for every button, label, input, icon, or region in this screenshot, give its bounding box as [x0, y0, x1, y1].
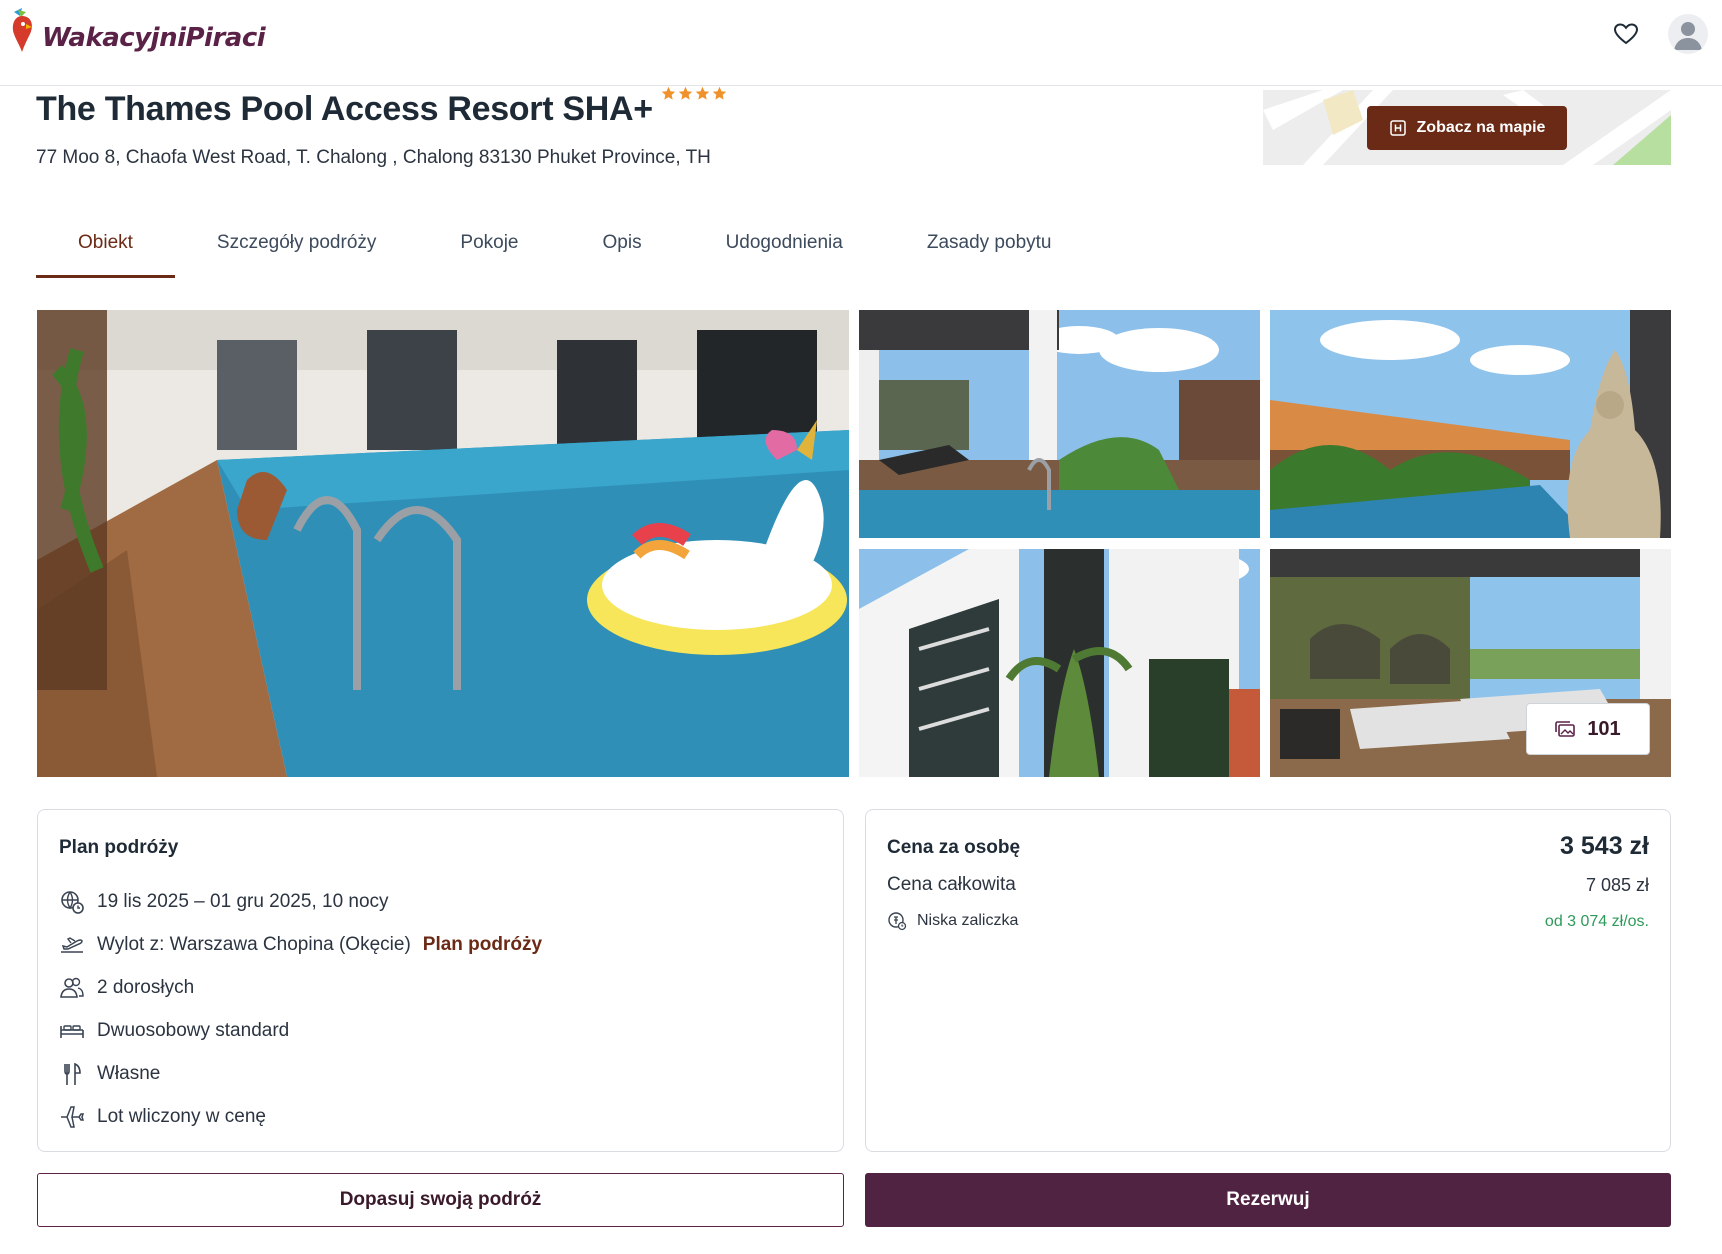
gallery-photo-statue-pool[interactable]: [1270, 310, 1671, 538]
trip-plan-title: Plan podróży: [59, 837, 179, 858]
star-icon: [661, 86, 676, 100]
hotel-pin-icon: [1389, 120, 1406, 136]
hotel-stars: [661, 86, 727, 101]
all-photos-button[interactable]: 101: [1526, 703, 1650, 755]
tab-amenities[interactable]: Udogodnienia: [684, 220, 885, 278]
trip-dates-text: 19 lis 2025 – 01 gru 2025, 10 nocy: [97, 891, 389, 912]
plane-takeoff-icon: [59, 932, 85, 958]
book-button[interactable]: Rezerwuj: [865, 1173, 1671, 1227]
price-per-person-value: 3 543 zł: [1560, 832, 1649, 860]
price-total-label: Cena całkowita: [887, 874, 1016, 895]
hotel-address: 77 Moo 8, Chaofa West Road, T. Chalong ,…: [36, 147, 711, 168]
tab-trip-details[interactable]: Szczegóły podróży: [175, 220, 418, 278]
tab-rooms[interactable]: Pokoje: [418, 220, 560, 278]
trip-room-text: Dwuosobowy standard: [97, 1020, 290, 1041]
low-deposit-label: Niska zaliczka: [917, 912, 1019, 929]
brand-name: WakacyjniPiraci: [42, 23, 266, 53]
plane-icon: [59, 1104, 85, 1130]
photo-count: 101: [1587, 717, 1621, 740]
images-icon: [1555, 721, 1576, 737]
customize-trip-button[interactable]: Dopasuj swoją podróż: [37, 1173, 844, 1227]
show-on-map-label: Zobacz na mapie: [1416, 119, 1546, 136]
parrot-logo-icon: [8, 6, 38, 54]
trip-board: Własne: [59, 1061, 160, 1087]
price-per-person-label: Cena za osobę: [887, 837, 1021, 858]
tab-house-rules[interactable]: Zasady pobytu: [885, 220, 1094, 278]
gallery-photo-terrace-pool[interactable]: [859, 310, 1260, 538]
favorites-button[interactable]: [1610, 18, 1642, 50]
trip-travelers: 2 dorosłych: [59, 975, 194, 1001]
gallery-photo-building[interactable]: [859, 549, 1260, 777]
trip-flight: Lot wliczony w cenę: [59, 1104, 266, 1130]
user-avatar-icon: [1674, 22, 1702, 50]
trip-departure: Wylot z: Warszawa Chopina (Okęcie) Plan …: [59, 932, 542, 958]
trip-room: Dwuosobowy standard: [59, 1018, 289, 1044]
photo-gallery: [37, 310, 1671, 777]
show-on-map-button[interactable]: Zobacz na mapie: [1367, 106, 1567, 150]
tab-description[interactable]: Opis: [561, 220, 684, 278]
heart-icon: [1614, 23, 1638, 45]
hotel-name: The Thames Pool Access Resort SHA+: [36, 90, 653, 128]
star-icon: [695, 86, 710, 100]
users-icon: [59, 975, 85, 1001]
price-card: Cena za osobę 3 543 zł Cena całkowita 7 …: [865, 809, 1671, 1152]
low-deposit-value: od 3 074 zł/os.: [1544, 913, 1649, 930]
price-total-value: 7 085 zł: [1585, 875, 1649, 895]
user-avatar[interactable]: [1668, 14, 1708, 54]
trip-travelers-text: 2 dorosłych: [97, 977, 195, 998]
trip-departure-text: Wylot z: Warszawa Chopina (Okęcie): [97, 934, 411, 955]
trip-plan-link[interactable]: Plan podróży: [423, 934, 542, 956]
brand-logo[interactable]: WakacyjniPiraci: [8, 6, 266, 54]
low-deposit-row: Niska zaliczka: [887, 911, 1018, 931]
top-header: WakacyjniPiraci: [0, 0, 1722, 86]
cutlery-icon: [59, 1061, 85, 1087]
trip-plan-card: Plan podróży 19 lis 2025 – 01 gru 2025, …: [37, 809, 844, 1152]
deposit-coin-icon: [887, 911, 907, 931]
bed-icon: [59, 1018, 85, 1044]
star-icon: [712, 86, 727, 100]
gallery-photo-main[interactable]: [37, 310, 849, 777]
calendar-globe-icon: [59, 889, 85, 915]
star-icon: [678, 86, 693, 100]
trip-dates: 19 lis 2025 – 01 gru 2025, 10 nocy: [59, 889, 389, 915]
hotel-title-row: The Thames Pool Access Resort SHA+: [36, 86, 727, 129]
section-tabs: Obiekt Szczegóły podróży Pokoje Opis Udo…: [36, 220, 1093, 278]
trip-board-text: Własne: [97, 1063, 161, 1084]
trip-flight-text: Lot wliczony w cenę: [97, 1106, 266, 1127]
tab-obiekt[interactable]: Obiekt: [36, 220, 175, 278]
